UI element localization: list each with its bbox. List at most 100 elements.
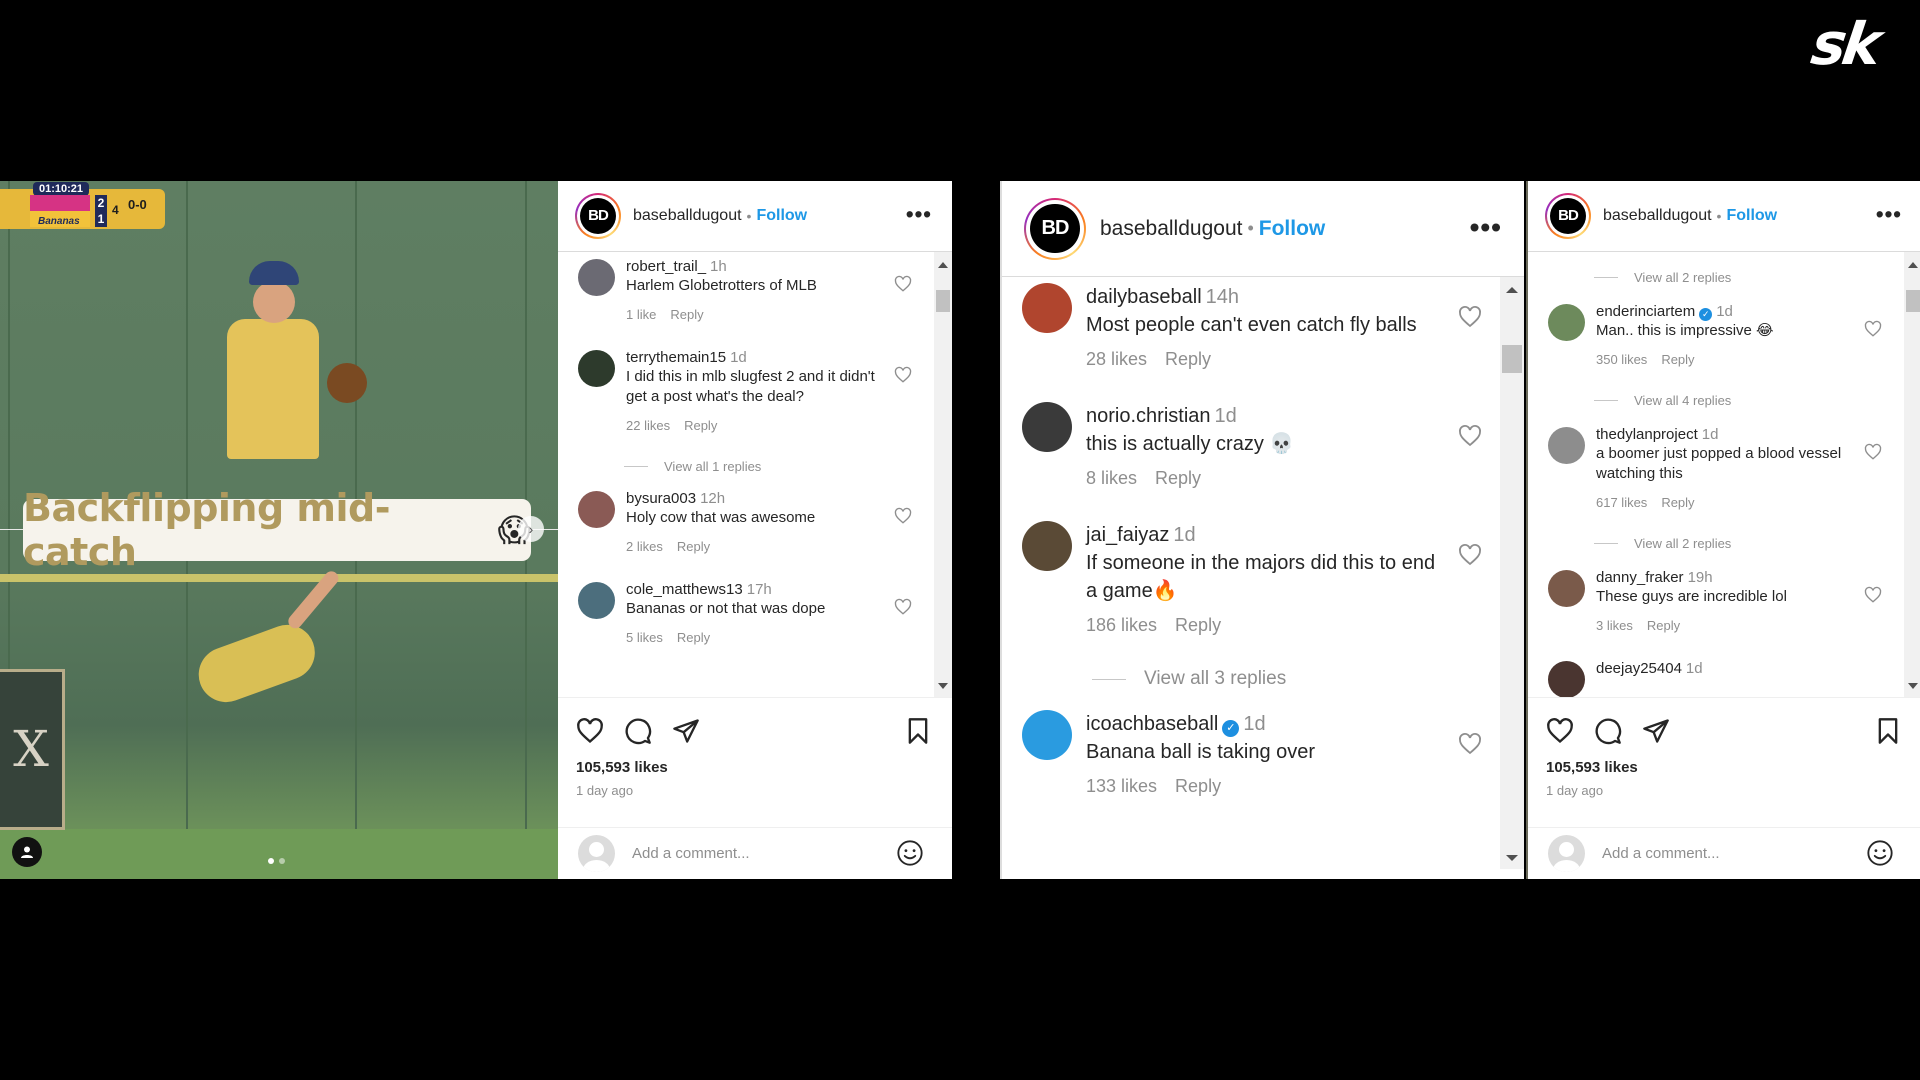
reply-button[interactable]: Reply xyxy=(677,630,710,645)
reply-button[interactable]: Reply xyxy=(677,539,710,554)
add-comment-input[interactable] xyxy=(1600,843,1866,863)
account-username[interactable]: baseballdugout xyxy=(633,207,742,225)
save-bookmark-icon[interactable] xyxy=(904,717,932,745)
comment-likes[interactable]: 133 likes xyxy=(1086,776,1157,796)
comment-likes[interactable]: 3 likes xyxy=(1596,618,1633,633)
scroll-up-arrow-icon[interactable] xyxy=(1506,287,1518,293)
reply-button[interactable]: Reply xyxy=(1661,495,1694,510)
like-post-heart-icon[interactable] xyxy=(576,717,604,745)
commenter-username[interactable]: enderinciartem xyxy=(1596,303,1695,320)
like-comment-heart-icon[interactable] xyxy=(1864,443,1882,461)
comment-likes[interactable]: 350 likes xyxy=(1596,352,1647,367)
scroll-down-arrow-icon[interactable] xyxy=(1506,855,1518,861)
account-avatar[interactable]: BD xyxy=(1545,193,1591,239)
commenter-username[interactable]: danny_fraker xyxy=(1596,569,1684,586)
view-replies-label[interactable]: View all 4 replies xyxy=(1634,393,1731,408)
post-media-image[interactable]: 01:10:21 Bananas 2 1 4 0-0 X Backflippin… xyxy=(0,181,558,879)
follow-button[interactable]: Follow xyxy=(756,207,807,225)
account-username[interactable]: baseballdugout xyxy=(1100,217,1242,241)
comment-bubble-icon[interactable] xyxy=(1594,717,1622,745)
like-comment-heart-icon[interactable] xyxy=(1458,543,1482,567)
like-post-heart-icon[interactable] xyxy=(1546,717,1574,745)
like-comment-heart-icon[interactable] xyxy=(894,366,912,384)
comment-likes[interactable]: 22 likes xyxy=(626,418,670,433)
comment-likes[interactable]: 8 likes xyxy=(1086,468,1137,488)
scroll-down-arrow-icon[interactable] xyxy=(938,683,948,689)
post-likes-count[interactable]: 105,593 likes xyxy=(1546,759,1638,776)
commenter-avatar[interactable] xyxy=(1022,283,1072,333)
save-bookmark-icon[interactable] xyxy=(1874,717,1902,745)
comments-scrollbar[interactable] xyxy=(1500,277,1524,869)
scroll-thumb[interactable] xyxy=(1906,290,1920,312)
comment-likes[interactable]: 617 likes xyxy=(1596,495,1647,510)
view-replies-label[interactable]: View all 1 replies xyxy=(664,459,761,474)
like-comment-heart-icon[interactable] xyxy=(1864,586,1882,604)
reply-button[interactable]: Reply xyxy=(1175,615,1221,635)
reply-button[interactable]: Reply xyxy=(1165,349,1211,369)
commenter-username[interactable]: robert_trail_ xyxy=(626,258,706,275)
comments-list[interactable]: robert_trail_ 1h Harlem Globetrotters of M… xyxy=(558,252,952,697)
like-comment-heart-icon[interactable] xyxy=(1458,424,1482,448)
reply-button[interactable]: Reply xyxy=(1175,776,1221,796)
comments-list[interactable]: View all 2 replies enderinciartem ✓ 1d Man..… xyxy=(1528,252,1920,697)
view-replies-link[interactable]: View all 2 replies xyxy=(1528,270,1920,285)
comment-likes[interactable]: 28 likes xyxy=(1086,349,1147,369)
commenter-avatar[interactable] xyxy=(1548,427,1585,464)
like-comment-heart-icon[interactable] xyxy=(894,598,912,616)
commenter-username[interactable]: jai_faiyaz xyxy=(1086,524,1169,546)
more-options-icon[interactable]: ••• xyxy=(1470,211,1502,243)
reply-button[interactable]: Reply xyxy=(1661,352,1694,367)
commenter-avatar[interactable] xyxy=(1548,570,1585,607)
comments-list[interactable]: dailybaseball 14h Most people can't even c… xyxy=(1002,277,1524,869)
commenter-avatar[interactable] xyxy=(1548,661,1585,697)
scroll-thumb[interactable] xyxy=(1502,345,1522,373)
like-comment-heart-icon[interactable] xyxy=(894,275,912,293)
scroll-down-arrow-icon[interactable] xyxy=(1908,683,1918,689)
comment-likes[interactable]: 186 likes xyxy=(1086,615,1157,635)
comment-likes[interactable]: 2 likes xyxy=(626,539,663,554)
commenter-avatar[interactable] xyxy=(1022,402,1072,452)
emoji-picker-icon[interactable] xyxy=(896,839,924,867)
more-options-icon[interactable]: ••• xyxy=(1876,202,1902,228)
emoji-picker-icon[interactable] xyxy=(1866,839,1894,867)
reply-button[interactable]: Reply xyxy=(1155,468,1201,488)
comments-scrollbar[interactable] xyxy=(934,252,952,697)
commenter-avatar[interactable] xyxy=(578,491,615,528)
account-avatar[interactable]: BD xyxy=(575,193,621,239)
commenter-avatar[interactable] xyxy=(1022,710,1072,760)
commenter-avatar[interactable] xyxy=(578,350,615,387)
comments-scrollbar[interactable] xyxy=(1904,252,1920,697)
commenter-avatar[interactable] xyxy=(578,259,615,296)
view-replies-label[interactable]: View all 3 replies xyxy=(1144,668,1286,690)
view-replies-link[interactable]: View all 1 replies xyxy=(558,459,952,474)
comment-likes[interactable]: 5 likes xyxy=(626,630,663,645)
scroll-up-arrow-icon[interactable] xyxy=(938,262,948,268)
commenter-username[interactable]: dailybaseball xyxy=(1086,286,1202,308)
commenter-avatar[interactable] xyxy=(1548,304,1585,341)
more-options-icon[interactable]: ••• xyxy=(906,202,932,228)
commenter-username[interactable]: thedylanproject xyxy=(1596,426,1698,443)
commenter-username[interactable]: icoachbaseball xyxy=(1086,713,1218,735)
commenter-username[interactable]: bysura003 xyxy=(626,490,696,507)
commenter-username[interactable]: terrythemain15 xyxy=(626,349,726,366)
commenter-avatar[interactable] xyxy=(1022,521,1072,571)
like-comment-heart-icon[interactable] xyxy=(1458,305,1482,329)
commenter-username[interactable]: deejay25404 xyxy=(1596,660,1682,677)
follow-button[interactable]: Follow xyxy=(1726,207,1777,225)
scroll-up-arrow-icon[interactable] xyxy=(1908,262,1918,268)
account-username[interactable]: baseballdugout xyxy=(1603,207,1712,225)
share-send-icon[interactable] xyxy=(1642,717,1670,745)
view-replies-label[interactable]: View all 2 replies xyxy=(1634,270,1731,285)
view-replies-label[interactable]: View all 2 replies xyxy=(1634,536,1731,551)
commenter-username[interactable]: cole_matthews13 xyxy=(626,581,743,598)
view-replies-link[interactable]: View all 3 replies xyxy=(1002,668,1524,690)
comment-bubble-icon[interactable] xyxy=(624,717,652,745)
carousel-next-button[interactable]: › xyxy=(518,516,544,542)
account-avatar[interactable]: BD xyxy=(1024,197,1086,260)
comment-likes[interactable]: 1 like xyxy=(626,307,656,322)
tagged-users-button[interactable] xyxy=(12,837,42,867)
like-comment-heart-icon[interactable] xyxy=(894,507,912,525)
share-send-icon[interactable] xyxy=(672,717,700,745)
commenter-username[interactable]: norio.christian xyxy=(1086,405,1211,427)
scroll-thumb[interactable] xyxy=(936,290,950,312)
